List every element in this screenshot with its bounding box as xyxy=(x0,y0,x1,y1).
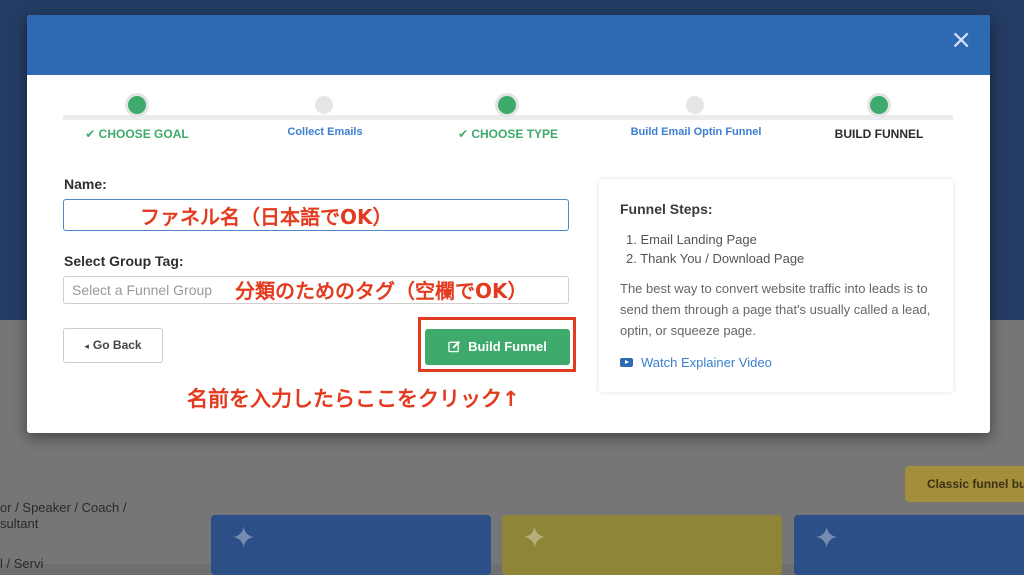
step-dot-build-optin xyxy=(686,96,704,114)
background-category-text: sultant xyxy=(0,516,39,531)
background-card[interactable]: ✦ xyxy=(502,515,782,575)
step-label-collect-emails: Collect Emails xyxy=(287,126,363,138)
funnel-step-item: 2. Thank You / Download Page xyxy=(626,251,805,266)
funnel-step-item: 1. Email Landing Page xyxy=(626,232,757,247)
background-card[interactable]: ✦ xyxy=(794,515,1024,575)
name-label: Name: xyxy=(64,176,107,192)
sparkle-icon: ✦ xyxy=(814,522,840,555)
sparkle-icon: ✦ xyxy=(231,522,257,555)
funnel-steps-title: Funnel Steps: xyxy=(620,201,713,217)
caret-left-icon: ◂ xyxy=(84,342,89,352)
step-dot-build-funnel xyxy=(870,96,888,114)
classic-funnel-button[interactable]: Classic funnel bu xyxy=(905,466,1024,502)
build-funnel-modal: × ✔ CHOOSE GOAL Collect Emails ✔ CHOOSE … xyxy=(27,15,990,433)
step-label-choose-type: ✔ CHOOSE TYPE xyxy=(457,127,559,141)
step-label-build-funnel: BUILD FUNNEL xyxy=(834,127,924,141)
funnel-steps-panel: Funnel Steps: 1. Email Landing Page 2. T… xyxy=(599,179,953,392)
step-dot-collect-emails xyxy=(315,96,333,114)
step-label-build-optin: Build Email Optin Funnel xyxy=(630,126,762,138)
watch-explainer-label: Watch Explainer Video xyxy=(641,355,772,370)
step-dot-choose-type xyxy=(498,96,516,114)
group-tag-label: Select Group Tag: xyxy=(64,253,184,269)
annotation-name-hint: ファネル名（日本語でOK） xyxy=(140,205,393,229)
watch-explainer-link[interactable]: Watch Explainer Video xyxy=(620,355,772,370)
annotation-group-hint: 分類のためのタグ（空欄でOK） xyxy=(235,279,528,303)
step-label-choose-goal: ✔ CHOOSE GOAL xyxy=(85,127,189,141)
go-back-button[interactable]: ◂ Go Back xyxy=(63,328,163,363)
background-category-text: l / Servi xyxy=(0,556,44,571)
stepper-track xyxy=(63,115,953,120)
go-back-label: Go Back xyxy=(92,338,142,352)
highlight-box xyxy=(418,317,576,372)
modal-header: × xyxy=(27,15,990,75)
close-icon[interactable]: × xyxy=(950,27,972,53)
step-dot-choose-goal xyxy=(128,96,146,114)
annotation-click-hint: 名前を入力したらここをクリック↑ xyxy=(187,387,520,411)
funnel-steps-description: The best way to convert website traffic … xyxy=(620,281,931,338)
sparkle-icon: ✦ xyxy=(522,522,548,555)
background-card[interactable]: ✦ xyxy=(211,515,491,575)
video-icon xyxy=(620,358,633,368)
background-category-text: or / Speaker / Coach / xyxy=(0,500,127,515)
